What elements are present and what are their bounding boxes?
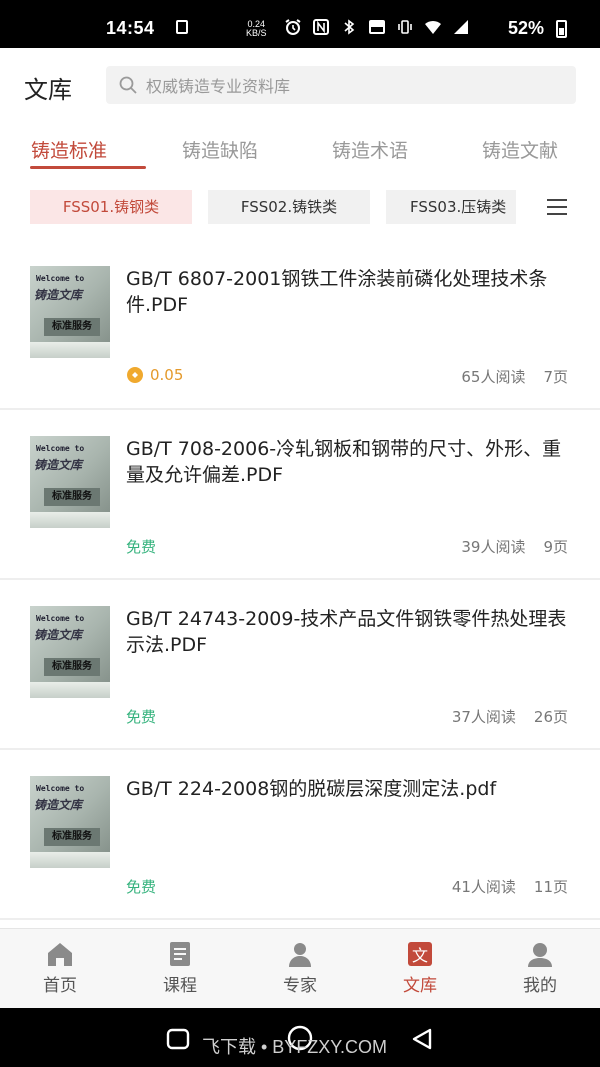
document-title: GB/T 224-2008钢的脱碳层深度测定法.pdf xyxy=(126,778,497,800)
chip-fss01[interactable]: FSS01.铸钢类 xyxy=(30,190,192,224)
thumb-footer xyxy=(30,682,110,698)
library-icon: 文 xyxy=(408,942,432,966)
nav-library-label: 文库 xyxy=(403,976,437,996)
status-icons xyxy=(284,17,470,37)
list-item[interactable]: Welcome to 铸造文库 标准服务 GB/T 708-2006-冷轧钢板和… xyxy=(0,410,600,580)
page-title: 文库 xyxy=(24,76,72,104)
document-title: GB/T 708-2006-冷轧钢板和钢带的尺寸、外形、重量及允许偏差.PDF xyxy=(126,438,562,486)
document-meta: 39人阅读 9页 xyxy=(461,536,568,557)
network-speed-unit: KB/S xyxy=(246,28,267,38)
svg-text:文: 文 xyxy=(412,946,428,965)
thumb-welcome: Welcome to xyxy=(36,444,85,453)
nfc-icon xyxy=(313,19,329,35)
tab-literature[interactable]: 铸造文献 xyxy=(482,136,558,163)
battery-percent: 52% xyxy=(508,18,545,38)
volte-icon xyxy=(369,20,385,34)
home-icon xyxy=(48,943,72,966)
search-input[interactable]: 权威铸造专业资料库 xyxy=(106,66,576,104)
thumb-footer xyxy=(30,342,110,358)
nav-profile-label: 我的 xyxy=(523,976,557,996)
list-item[interactable]: Welcome to 铸造文库 标准服务 GB/T 6807-2001钢铁工件涂… xyxy=(0,240,600,410)
bottom-nav: 首页 课程 专家 文 文库 我的 xyxy=(0,928,600,1008)
battery-icon xyxy=(556,20,567,38)
header: 文库 权威铸造专业资料库 xyxy=(0,48,600,118)
document-thumbnail: Welcome to 铸造文库 标准服务 xyxy=(30,776,110,868)
document-title: GB/T 6807-2001钢铁工件涂装前磷化处理技术条件.PDF xyxy=(126,268,548,316)
page-count: 7页 xyxy=(543,368,568,386)
read-count: 41人阅读 xyxy=(451,878,516,896)
tab-terms[interactable]: 铸造术语 xyxy=(332,136,408,163)
thumb-title: 铸造文库 xyxy=(34,288,83,302)
tab-defects[interactable]: 铸造缺陷 xyxy=(182,136,258,163)
read-count: 65人阅读 xyxy=(461,368,526,386)
course-icon xyxy=(170,942,190,966)
alarm-icon xyxy=(285,19,301,35)
chip-fss03[interactable]: FSS03.压铸类 xyxy=(386,190,516,224)
document-thumbnail: Welcome to 铸造文库 标准服务 xyxy=(30,606,110,698)
nav-expert-label: 专家 xyxy=(283,976,317,996)
thumb-badge: 标准服务 xyxy=(44,488,100,506)
search-icon xyxy=(119,76,137,94)
document-meta: 65人阅读 7页 xyxy=(461,366,568,387)
nav-profile[interactable]: 我的 xyxy=(480,939,600,996)
thumb-title: 铸造文库 xyxy=(34,458,83,472)
status-bar: 14:54 0.24 KB/S 52% xyxy=(0,0,600,48)
thumb-welcome: Welcome to xyxy=(36,614,85,623)
page-count: 9页 xyxy=(543,538,568,556)
thumb-footer xyxy=(30,852,110,868)
document-title: GB/T 24743-2009-技术产品文件钢铁零件热处理表示法.PDF xyxy=(126,608,567,656)
recents-icon[interactable] xyxy=(166,1028,190,1050)
free-badge: 免费 xyxy=(126,708,157,726)
search-placeholder: 权威铸造专业资料库 xyxy=(146,77,291,96)
watermark: 飞下载 • BYFZXY.COM xyxy=(202,1037,387,1057)
page-count: 26页 xyxy=(533,708,568,726)
coin-icon xyxy=(127,367,143,383)
subcategory-chips: FSS01.铸钢类 FSS02.铸铁类 FSS03.压铸类 xyxy=(0,188,600,228)
document-thumbnail: Welcome to 铸造文库 标准服务 xyxy=(30,436,110,528)
active-tab-indicator xyxy=(30,166,146,169)
thumb-title: 铸造文库 xyxy=(34,628,83,642)
nav-library[interactable]: 文 文库 xyxy=(360,939,480,996)
free-badge: 免费 xyxy=(126,878,157,896)
network-speed: 0.24 KB/S xyxy=(246,20,267,38)
document-meta: 37人阅读 26页 xyxy=(452,706,568,727)
back-icon[interactable] xyxy=(410,1028,434,1050)
document-price: 0.05 xyxy=(126,366,183,384)
download-notification-icon xyxy=(176,20,188,34)
thumb-footer xyxy=(30,512,110,528)
thumb-badge: 标准服务 xyxy=(44,828,100,846)
read-count: 37人阅读 xyxy=(451,708,516,726)
thumb-badge: 标准服务 xyxy=(44,318,100,336)
free-badge: 免费 xyxy=(126,538,157,556)
status-time: 14:54 xyxy=(106,18,155,38)
list-item[interactable]: Welcome to 铸造文库 标准服务 GB/T 224-2008钢的脱碳层深… xyxy=(0,750,600,920)
tab-standards[interactable]: 铸造标准 xyxy=(31,136,107,163)
thumb-badge: 标准服务 xyxy=(44,658,100,676)
nav-expert[interactable]: 专家 xyxy=(240,939,360,996)
bluetooth-icon xyxy=(344,19,355,35)
document-thumbnail: Welcome to 铸造文库 标准服务 xyxy=(30,266,110,358)
category-tabs: 铸造标准 铸造缺陷 铸造术语 铸造文献 xyxy=(0,124,600,178)
read-count: 39人阅读 xyxy=(461,538,526,556)
profile-icon xyxy=(528,943,552,967)
thumb-welcome: Welcome to xyxy=(36,784,85,793)
thumb-welcome: Welcome to xyxy=(36,274,85,283)
signal-4g-icon xyxy=(454,20,468,34)
wifi-icon xyxy=(425,20,441,34)
vibrate-icon xyxy=(398,20,412,34)
nav-course[interactable]: 课程 xyxy=(120,939,240,996)
nav-home[interactable]: 首页 xyxy=(0,939,120,996)
price-value: 0.05 xyxy=(150,366,184,384)
nav-course-label: 课程 xyxy=(163,976,197,996)
thumb-title: 铸造文库 xyxy=(34,798,83,812)
expert-icon xyxy=(289,943,311,967)
list-item[interactable]: Welcome to 铸造文库 标准服务 GB/T 24743-2009-技术产… xyxy=(0,580,600,750)
document-meta: 41人阅读 11页 xyxy=(452,876,568,897)
nav-home-label: 首页 xyxy=(43,976,77,996)
chip-fss02[interactable]: FSS02.铸铁类 xyxy=(208,190,370,224)
page-count: 11页 xyxy=(533,878,568,896)
menu-icon[interactable] xyxy=(546,198,568,216)
